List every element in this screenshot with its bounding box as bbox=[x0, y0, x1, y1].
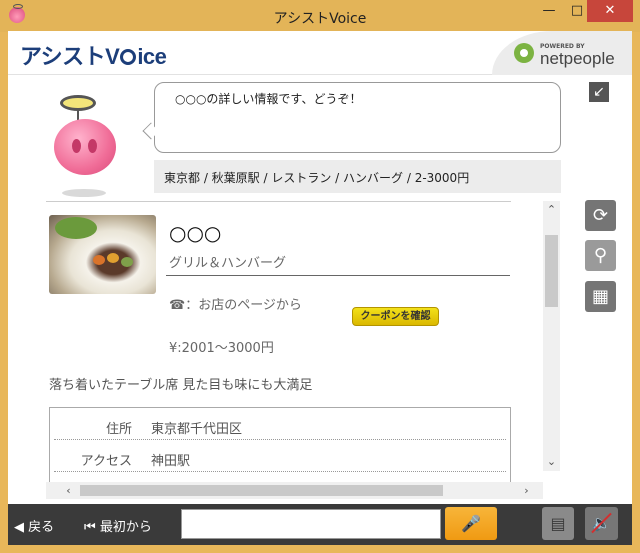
brand-logo: アシストV ice bbox=[20, 44, 167, 69]
price-range: ¥:2001～3000円 bbox=[169, 341, 274, 356]
map-icon[interactable]: ▦ bbox=[585, 281, 616, 312]
collapse-icon[interactable]: ↙ bbox=[589, 82, 609, 102]
horizontal-scroll-thumb[interactable] bbox=[80, 485, 443, 496]
bottom-toolbar: ◀ 戻る ⏮ 最初から 🎤 ▤ 🔈 bbox=[8, 504, 632, 545]
title-bar: アシストVoice — □ ✕ bbox=[0, 0, 640, 32]
table-row: アクセス 神田駅 bbox=[54, 440, 506, 472]
microphone-icon[interactable]: 🎤 bbox=[445, 507, 497, 540]
detail-value: 神田駅 bbox=[151, 454, 191, 469]
app-client-area: アシストV ice POWERED BY netpeople ○○○の詳しい情報で… bbox=[8, 31, 632, 545]
app-header: アシストV ice POWERED BY netpeople bbox=[8, 31, 632, 75]
mute-speaker-icon[interactable]: 🔈 bbox=[585, 507, 618, 540]
refresh-icon[interactable]: ⟳ bbox=[585, 200, 616, 231]
detail-value: 東京都千代田区 bbox=[151, 422, 243, 437]
close-button[interactable]: ✕ bbox=[587, 0, 633, 22]
search-breadcrumb: 東京都 / 秋葉原駅 / レストラン / ハンバーグ / 2-3000円 bbox=[154, 160, 561, 193]
partner-name: netpeople bbox=[540, 49, 615, 68]
phone-link[interactable]: ☎：お店のページから bbox=[169, 294, 302, 313]
scroll-left-button[interactable]: ‹ bbox=[60, 482, 77, 499]
search-icon[interactable]: ⚲ bbox=[585, 240, 616, 271]
coupon-button[interactable]: クーポンを確認 bbox=[352, 307, 439, 326]
catchphrase: 落ち着いたテーブル席 見た目も味にも大満足 bbox=[49, 378, 313, 393]
speech-bubble: ○○○の詳しい情報です、どうぞ！ bbox=[154, 82, 561, 153]
scroll-up-button[interactable]: ⌃ bbox=[543, 201, 560, 218]
restaurant-name: ○○○ bbox=[169, 221, 222, 245]
voice-text-input[interactable] bbox=[181, 509, 441, 539]
back-button[interactable]: ◀ 戻る bbox=[14, 516, 54, 535]
details-table: 住所 東京都千代田区 アクセス 神田駅 bbox=[49, 407, 511, 487]
detail-key: 住所 bbox=[105, 422, 132, 437]
restaurant-detail: ○○○ グリル＆ハンバーグ ☎：お店のページから クーポンを確認 ¥:2001～… bbox=[46, 201, 556, 487]
netpeople-logo-icon bbox=[514, 43, 534, 63]
partner-area: POWERED BY netpeople bbox=[492, 31, 632, 75]
scroll-down-button[interactable]: ⌄ bbox=[543, 453, 560, 470]
assistant-message: ○○○の詳しい情報です、どうぞ！ bbox=[175, 92, 362, 106]
mascot-character bbox=[46, 93, 126, 205]
horizontal-scrollbar[interactable]: ‹ › bbox=[46, 482, 543, 499]
restaurant-photo[interactable] bbox=[49, 215, 156, 294]
minimize-button[interactable]: — bbox=[535, 0, 563, 22]
mascot-head bbox=[54, 119, 116, 175]
history-log-icon[interactable]: ▤ bbox=[542, 507, 574, 540]
vertical-scrollbar[interactable]: ⌃ ⌄ bbox=[543, 201, 560, 471]
table-row: 住所 東京都千代田区 bbox=[54, 408, 506, 440]
restaurant-genre: グリル＆ハンバーグ bbox=[169, 256, 287, 271]
vertical-scroll-thumb[interactable] bbox=[545, 235, 558, 307]
scroll-right-button[interactable]: › bbox=[518, 482, 535, 499]
restart-button[interactable]: ⏮ 最初から bbox=[84, 516, 152, 535]
detail-key: アクセス bbox=[80, 454, 132, 469]
